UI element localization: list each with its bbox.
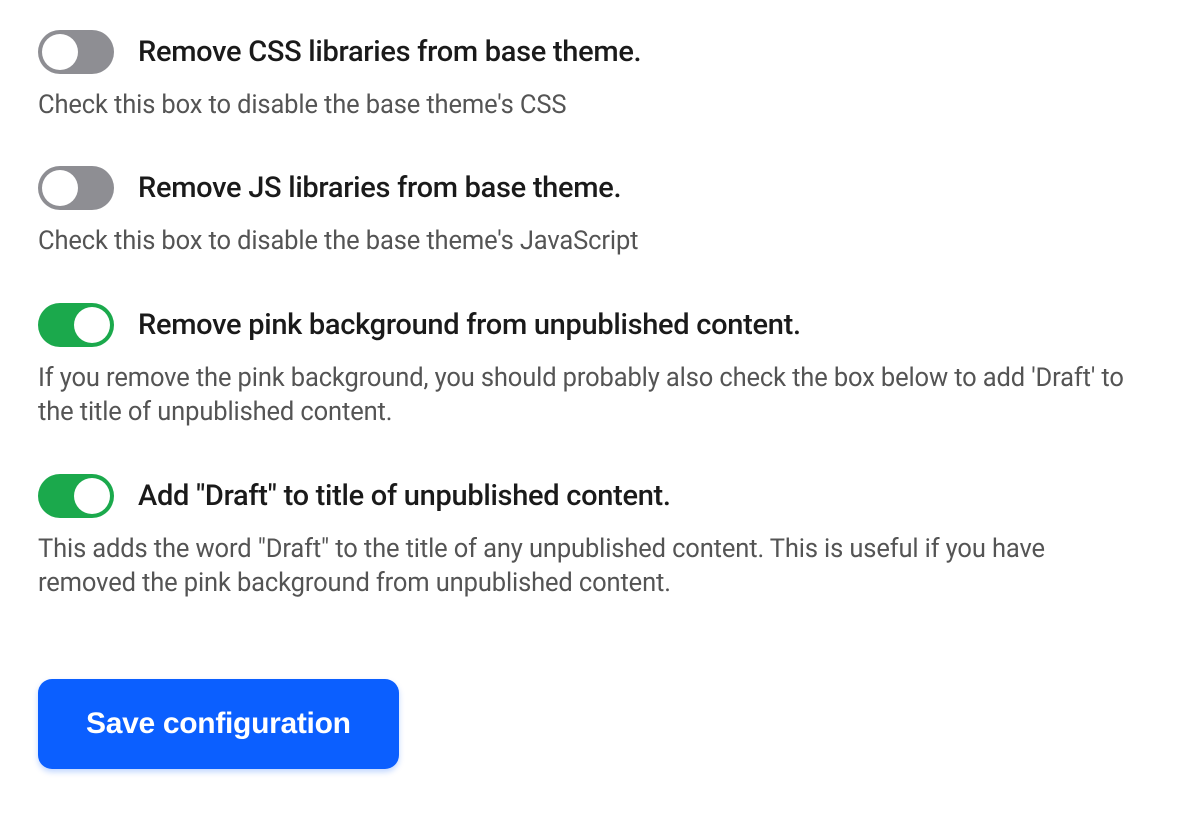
option-remove-css: Remove CSS libraries from base theme. Ch… bbox=[38, 30, 1144, 122]
toggle-slider bbox=[38, 303, 114, 347]
option-header: Remove JS libraries from base theme. bbox=[38, 166, 1144, 210]
toggle-remove-css[interactable] bbox=[38, 30, 114, 74]
save-button[interactable]: Save configuration bbox=[38, 679, 399, 769]
option-desc-add-draft: This adds the word "Draft" to the title … bbox=[38, 532, 1144, 601]
option-desc-remove-js: Check this box to disable the base theme… bbox=[38, 224, 1144, 258]
option-header: Remove pink background from unpublished … bbox=[38, 303, 1144, 347]
option-label-remove-js: Remove JS libraries from base theme. bbox=[138, 171, 621, 205]
option-remove-js: Remove JS libraries from base theme. Che… bbox=[38, 166, 1144, 258]
toggle-slider bbox=[38, 474, 114, 518]
option-header: Add "Draft" to title of unpublished cont… bbox=[38, 474, 1144, 518]
option-add-draft: Add "Draft" to title of unpublished cont… bbox=[38, 474, 1144, 601]
toggle-remove-pink[interactable] bbox=[38, 303, 114, 347]
option-desc-remove-css: Check this box to disable the base theme… bbox=[38, 88, 1144, 122]
toggle-slider bbox=[38, 30, 114, 74]
option-label-remove-pink: Remove pink background from unpublished … bbox=[138, 308, 801, 342]
option-remove-pink: Remove pink background from unpublished … bbox=[38, 303, 1144, 430]
option-header: Remove CSS libraries from base theme. bbox=[38, 30, 1144, 74]
option-label-add-draft: Add "Draft" to title of unpublished cont… bbox=[138, 479, 671, 513]
toggle-add-draft[interactable] bbox=[38, 474, 114, 518]
toggle-remove-js[interactable] bbox=[38, 166, 114, 210]
toggle-slider bbox=[38, 166, 114, 210]
option-desc-remove-pink: If you remove the pink background, you s… bbox=[38, 361, 1144, 430]
option-label-remove-css: Remove CSS libraries from base theme. bbox=[138, 35, 641, 69]
